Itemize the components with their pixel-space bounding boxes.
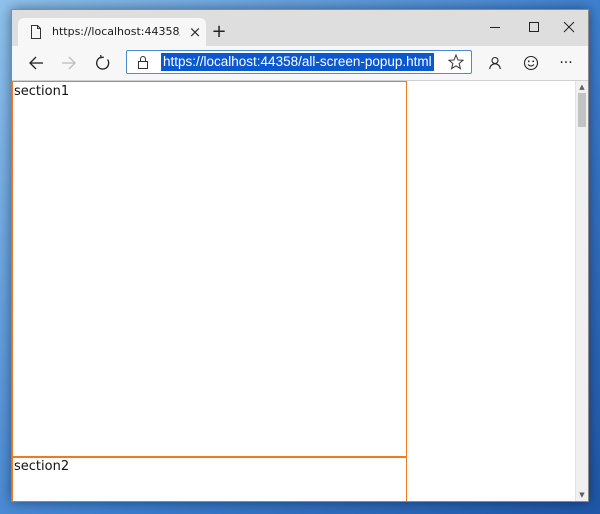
vertical-scrollbar[interactable]: ▲ ▼ [575,81,588,501]
back-button[interactable] [24,51,48,75]
feedback-button[interactable] [519,51,543,75]
minimize-icon [490,27,500,28]
tab-title: https://localhost:44358/all-scree [52,25,180,38]
scroll-thumb[interactable] [578,93,586,127]
address-bar[interactable]: https://localhost:44358/all-screen-popup… [126,50,472,74]
scroll-up-icon[interactable]: ▲ [576,82,588,92]
page-viewport: section1 section2 [12,81,588,501]
browser-window: https://localhost:44358/all-scree × + [11,9,589,502]
refresh-button[interactable] [91,51,115,75]
close-icon [563,21,575,33]
more-icon: ··· [559,55,573,71]
maximize-icon [529,22,539,32]
forward-arrow-icon [62,56,76,70]
url-text[interactable]: https://localhost:44358/all-screen-popup… [161,53,434,71]
scroll-down-icon[interactable]: ▼ [576,490,588,500]
close-window-button[interactable] [552,16,586,38]
refresh-icon [96,55,110,70]
page-icon [31,25,41,39]
section-2-label: section2 [14,459,70,474]
smiley-icon [523,55,539,71]
minimize-button[interactable] [478,16,512,38]
profile-button[interactable] [483,51,507,75]
tab-close-icon[interactable]: × [188,22,202,42]
toolbar: https://localhost:44358/all-screen-popup… [12,46,588,81]
forward-button[interactable] [57,51,81,75]
back-arrow-icon [29,56,43,70]
profile-icon [489,56,501,70]
browser-tab[interactable]: https://localhost:44358/all-scree × [18,18,206,46]
section-2: section2 [12,456,407,501]
favorite-star-icon[interactable] [447,53,465,71]
new-tab-button[interactable]: + [210,23,228,41]
section-1: section1 [12,81,407,458]
lock-icon [138,56,148,69]
tab-strip: https://localhost:44358/all-scree × + [12,10,588,46]
maximize-button[interactable] [517,16,551,38]
more-button[interactable]: ··· [554,51,578,75]
section-1-label: section1 [14,84,70,99]
